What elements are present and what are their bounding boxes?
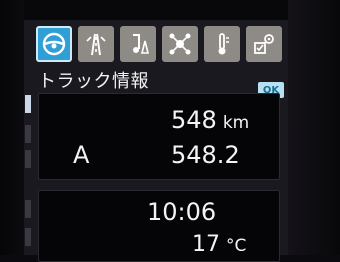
scroll-indicator xyxy=(25,125,31,143)
odometer-unit: km xyxy=(222,113,250,133)
thermometer-icon xyxy=(218,33,229,55)
bezel-left xyxy=(0,0,24,255)
scroll-indicator xyxy=(25,200,31,218)
tab-audio[interactable] xyxy=(120,26,156,62)
menu-icon-bar xyxy=(36,26,284,64)
odometer-readout: 548 km xyxy=(171,106,249,134)
trip-label: A xyxy=(73,141,90,169)
scroll-indicator-active xyxy=(25,95,31,113)
temperature-unit: °C xyxy=(226,236,247,256)
music-note-icon xyxy=(133,34,150,54)
settings-icon xyxy=(254,34,274,54)
trip-meter-value: 548.2 xyxy=(171,141,240,169)
tab-vehicle-info[interactable] xyxy=(36,26,72,62)
outside-temperature: 17 °C xyxy=(192,232,246,257)
tab-climate[interactable] xyxy=(204,26,240,62)
temperature-value: 17 xyxy=(192,232,220,257)
tab-navigation[interactable] xyxy=(78,26,114,62)
page-title: トラック情報 xyxy=(38,71,149,92)
scroll-indicator xyxy=(25,150,31,168)
odometer-value: 548 xyxy=(171,106,217,134)
road-icon xyxy=(86,33,106,56)
network-icon xyxy=(169,33,191,55)
clock-time: 10:06 xyxy=(147,198,217,226)
tab-settings[interactable] xyxy=(246,26,282,62)
tab-phone[interactable] xyxy=(162,26,198,62)
steering-wheel-icon xyxy=(42,32,66,56)
scroll-indicator xyxy=(25,228,31,246)
bezel-right xyxy=(288,0,340,255)
